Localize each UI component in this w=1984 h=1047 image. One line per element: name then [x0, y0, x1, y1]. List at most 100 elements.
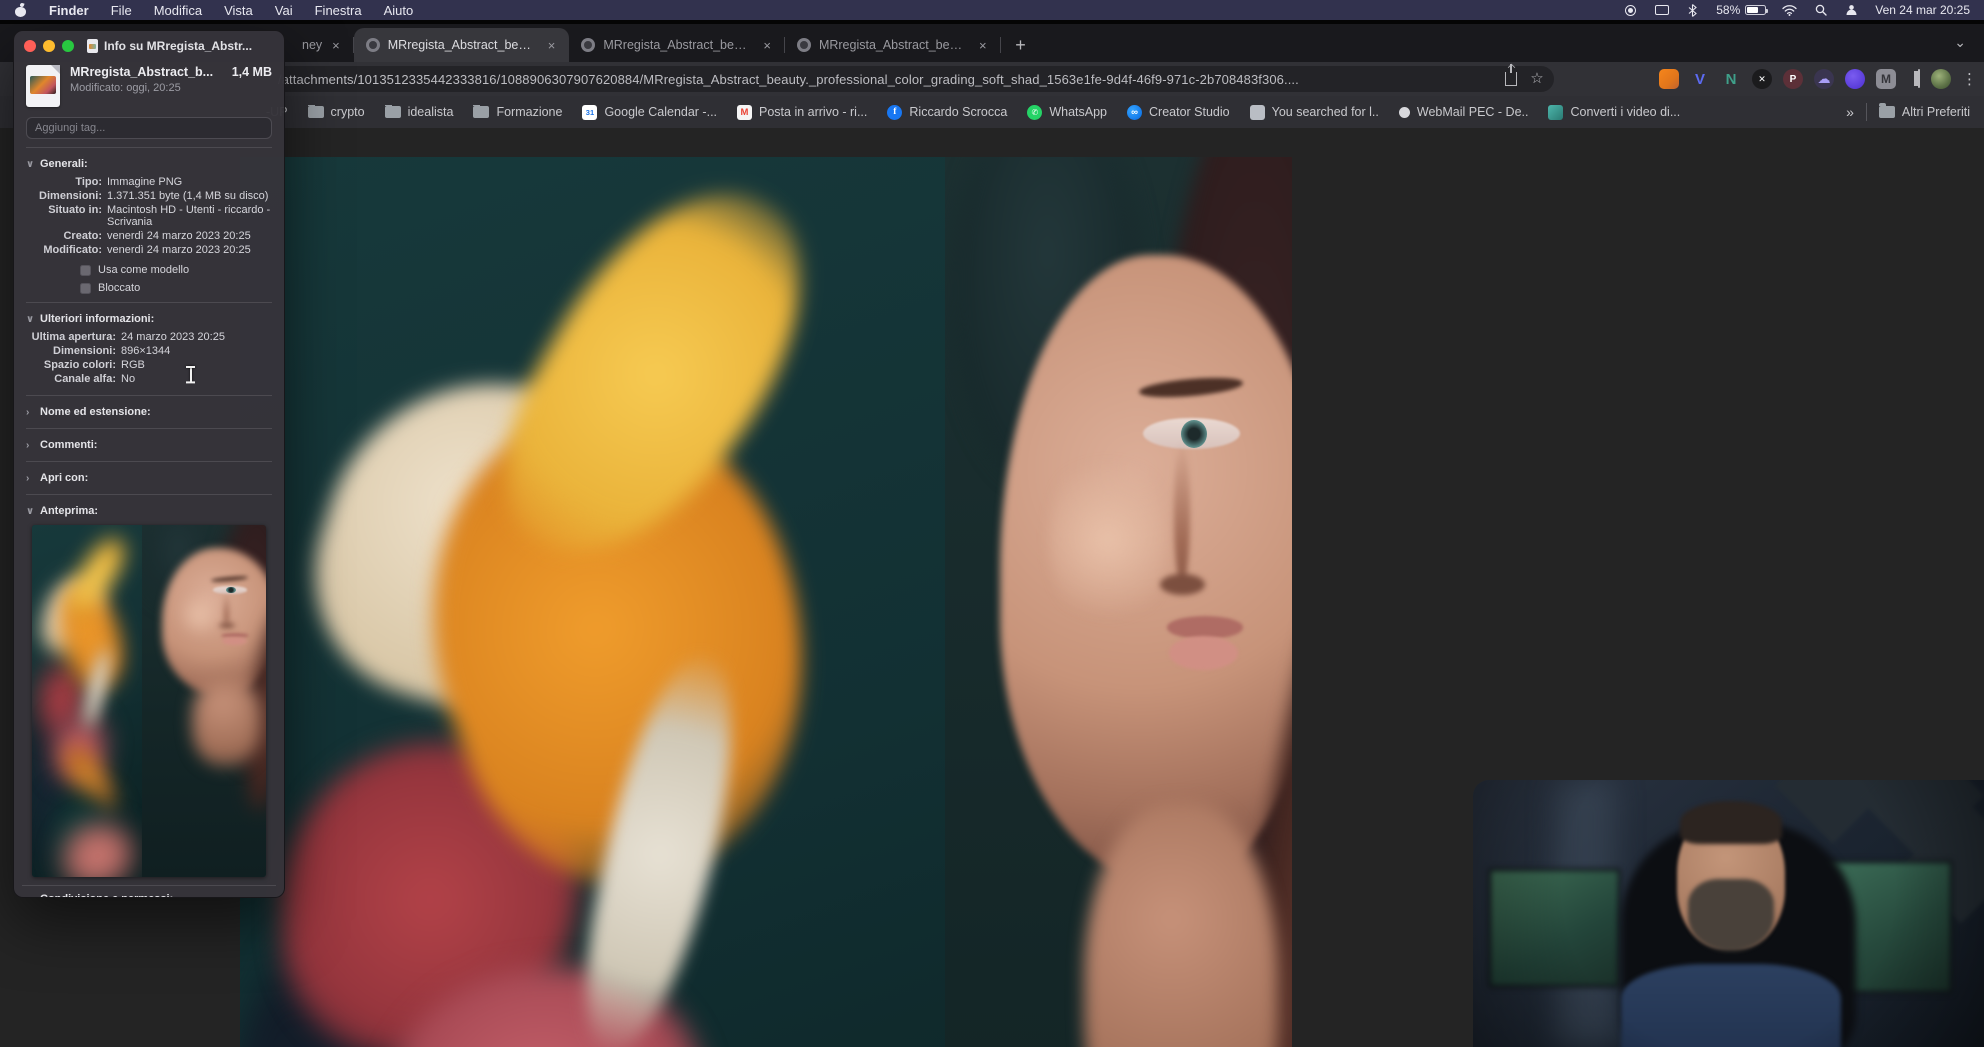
- battery-percent-label: 58%: [1716, 3, 1741, 17]
- tab-search-chevron-icon[interactable]: ⌄: [1954, 34, 1966, 51]
- tab-favicon: [796, 38, 811, 52]
- address-bar[interactable]: /attachments/1013512335442333816/1088906…: [262, 64, 1554, 92]
- bookmark-label: Google Calendar -...: [604, 105, 718, 119]
- chevron-right-icon[interactable]: ›: [26, 894, 34, 898]
- section-commenti[interactable]: › Commenti:: [14, 435, 284, 455]
- chevron-down-icon[interactable]: ∨: [26, 506, 34, 517]
- bookmark-folder-formazione[interactable]: Formazione: [473, 104, 563, 119]
- tab-3[interactable]: MRregista_Abstract_beauty._ ×: [785, 28, 1001, 62]
- user-switch-icon[interactable]: [1844, 4, 1859, 17]
- profile-avatar[interactable]: [1931, 69, 1951, 89]
- bookmarks-divider: [1865, 103, 1867, 121]
- chevron-right-icon[interactable]: ›: [26, 473, 34, 484]
- browser-menu-kebab-icon[interactable]: ⋮: [1962, 70, 1977, 88]
- bookmark-label: Formazione: [496, 105, 563, 119]
- tab-close-icon[interactable]: ×: [330, 38, 342, 53]
- wallet-v-extension-icon[interactable]: V: [1690, 69, 1710, 89]
- tab-close-icon[interactable]: ×: [546, 38, 558, 53]
- file-doc-icon: [87, 39, 98, 53]
- menu-modifica[interactable]: Modifica: [154, 3, 202, 18]
- tab-label: MRregista_Abstract_beauty._: [818, 38, 969, 52]
- chevron-right-icon[interactable]: ›: [26, 440, 34, 451]
- chevron-down-icon[interactable]: ∨: [26, 314, 34, 325]
- share-icon[interactable]: [1502, 64, 1520, 88]
- info-label: Spazio colori:: [43, 359, 116, 371]
- facebook-icon: f: [887, 104, 903, 120]
- screen-record-icon[interactable]: [1623, 4, 1638, 17]
- tab-2[interactable]: MRregista_Abstract_beauty._ ×: [569, 28, 785, 62]
- bookmark-label: Riccardo Scrocca: [909, 105, 1008, 119]
- bookmark-label: Creator Studio: [1149, 105, 1230, 119]
- info-label: Dimensioni:: [39, 190, 102, 202]
- cloud-extension-icon[interactable]: ☁: [1814, 69, 1834, 89]
- info-label: Tipo:: [75, 176, 102, 188]
- tab-active[interactable]: MRregista_Abstract_beauty._ ×: [353, 28, 570, 62]
- display-icon[interactable]: [1654, 4, 1669, 17]
- bookmark-gmail[interactable]: M Posta in arrivo - ri...: [737, 104, 867, 120]
- bookmark-google-calendar[interactable]: 31 Google Calendar -...: [582, 104, 718, 120]
- bookmark-star-icon[interactable]: ☆: [1530, 71, 1544, 86]
- menu-vista[interactable]: Vista: [224, 3, 253, 18]
- menu-vai[interactable]: Vai: [275, 3, 293, 18]
- info-value: venerdì 24 marzo 2023 20:25: [107, 230, 251, 242]
- bookmarks-overflow-icon[interactable]: »: [1846, 104, 1854, 120]
- chevron-right-icon[interactable]: ›: [26, 407, 34, 418]
- bookmark-folder-idealista[interactable]: idealista: [384, 104, 453, 119]
- section-heading: Anteprima:: [40, 505, 99, 517]
- menu-file[interactable]: File: [111, 3, 132, 18]
- bookmark-converti-video[interactable]: Converti i video di...: [1548, 104, 1681, 120]
- minimize-traffic-light[interactable]: [43, 40, 55, 52]
- section-generali[interactable]: ∨ Generali:: [14, 154, 284, 174]
- bookmark-label: WebMail PEC - De..: [1416, 105, 1529, 119]
- section-ulteriori-informazioni[interactable]: ∨ Ulteriori informazioni:: [14, 309, 284, 329]
- section-nome-ed-estensione[interactable]: › Nome ed estensione:: [14, 402, 284, 422]
- tab-close-icon[interactable]: ×: [977, 38, 989, 53]
- apple-menu-icon[interactable]: [14, 4, 27, 17]
- side-panel-icon[interactable]: [1918, 69, 1920, 88]
- other-bookmarks-label: Altri Preferiti: [1901, 105, 1970, 119]
- info-window-titlebar[interactable]: Info su MRregista_Abstr...: [14, 31, 284, 61]
- bookmark-you-searched[interactable]: You searched for l..: [1249, 104, 1379, 120]
- tab-favicon: [581, 38, 596, 52]
- spotlight-search-icon[interactable]: [1813, 4, 1828, 17]
- tab-close-icon[interactable]: ×: [761, 38, 773, 53]
- black-circle-extension-icon[interactable]: ✕: [1752, 69, 1772, 89]
- section-anteprima[interactable]: ∨ Anteprima:: [14, 501, 284, 521]
- checkbox-locked[interactable]: [80, 282, 91, 294]
- wifi-icon[interactable]: [1782, 4, 1797, 17]
- locked-row[interactable]: Bloccato: [14, 278, 284, 296]
- section-heading: Condivisione e permessi:: [40, 893, 173, 897]
- use-as-template-row[interactable]: Usa come modello: [14, 260, 284, 278]
- other-bookmarks-folder[interactable]: Altri Preferiti: [1878, 103, 1970, 119]
- add-tags-field[interactable]: Aggiungi tag...: [26, 117, 272, 139]
- purple-app-extension-icon[interactable]: [1845, 69, 1865, 89]
- new-tab-button[interactable]: +: [1007, 31, 1035, 59]
- zoom-traffic-light[interactable]: [62, 40, 74, 52]
- url-text: /attachments/1013512335442333816/1088906…: [278, 71, 1299, 87]
- tab-hidden-partial[interactable]: ney ×: [290, 28, 354, 62]
- password-key-extension-icon[interactable]: P: [1783, 69, 1803, 89]
- menu-aiuto[interactable]: Aiuto: [384, 3, 414, 18]
- section-condivisione-e-permessi[interactable]: › Condivisione e permessi:: [14, 888, 284, 898]
- bookmark-creator-studio[interactable]: ∞ Creator Studio: [1127, 104, 1230, 120]
- menu-bar-clock[interactable]: Ven 24 mar 20:25: [1875, 3, 1970, 17]
- menu-finder[interactable]: Finder: [49, 3, 89, 18]
- n-token-extension-icon[interactable]: N: [1721, 69, 1741, 89]
- bookmark-whatsapp[interactable]: ✆ WhatsApp: [1027, 104, 1107, 120]
- webmail-icon: [1398, 106, 1410, 118]
- close-traffic-light[interactable]: [24, 40, 36, 52]
- bluetooth-icon[interactable]: [1685, 3, 1700, 17]
- chevron-down-icon[interactable]: ∨: [26, 159, 34, 170]
- info-value: 1.371.351 byte (1,4 MB su disco): [107, 190, 269, 202]
- checkbox-use-as-template[interactable]: [80, 264, 91, 276]
- file-size: 1,4 MB: [231, 65, 272, 79]
- bookmark-label: Converti i video di...: [1570, 105, 1681, 119]
- bookmark-facebook[interactable]: f Riccardo Scrocca: [887, 104, 1008, 120]
- bookmark-folder-crypto[interactable]: crypto: [307, 104, 365, 119]
- menu-finestra[interactable]: Finestra: [315, 3, 362, 18]
- battery-indicator[interactable]: 58%: [1716, 3, 1769, 17]
- bookmark-webmail-pec[interactable]: WebMail PEC - De..: [1398, 105, 1529, 119]
- section-apri-con[interactable]: › Apri con:: [14, 468, 284, 488]
- m-tile-extension-icon[interactable]: M: [1876, 69, 1896, 89]
- metamask-extension-icon[interactable]: [1659, 69, 1679, 89]
